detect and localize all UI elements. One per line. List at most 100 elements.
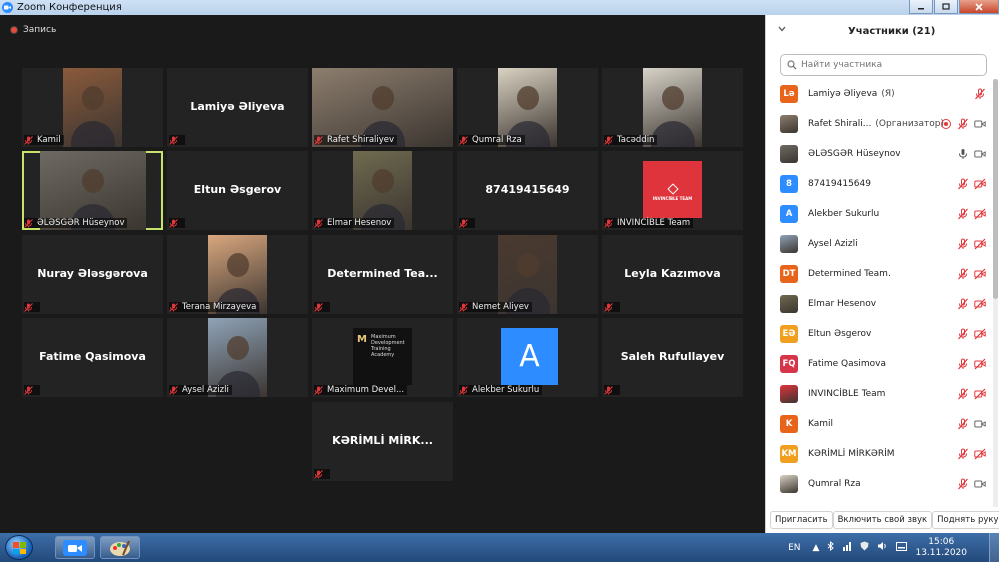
mic-muted-icon[interactable]: [957, 478, 969, 490]
video-on-icon[interactable]: [974, 478, 986, 490]
language-indicator[interactable]: EN: [788, 543, 800, 553]
video-tile[interactable]: A Alekber Sukurlu: [457, 318, 598, 397]
participant-row[interactable]: FQ Fatime Qasimova: [766, 349, 992, 379]
mic-muted-icon[interactable]: [957, 118, 969, 130]
tile-caption: Elmar Hesenov: [314, 218, 395, 228]
video-off-icon[interactable]: [974, 358, 986, 370]
participant-search[interactable]: [780, 54, 987, 76]
video-tile[interactable]: Tacəddin: [602, 68, 743, 147]
participant-row[interactable]: ƏLƏSGƏR Hüseynov: [766, 139, 992, 169]
close-button[interactable]: [959, 0, 999, 14]
tile-name: Tacəddin: [617, 135, 655, 145]
mic-muted-icon[interactable]: [957, 448, 969, 460]
video-tile[interactable]: Aysel Azizli: [167, 318, 308, 397]
participant-row[interactable]: EƏ Eltun Əsgerov: [766, 319, 992, 349]
mic-muted-icon[interactable]: [957, 238, 969, 250]
tile-caption: [604, 302, 620, 312]
participant-row[interactable]: K Kamil: [766, 409, 992, 439]
mic-muted-icon[interactable]: [957, 418, 969, 430]
mic-muted-icon[interactable]: [957, 388, 969, 400]
mic-on-icon[interactable]: [957, 148, 969, 160]
invite-button[interactable]: Пригласить: [770, 511, 833, 529]
video-on-icon[interactable]: [974, 148, 986, 160]
tile-caption: ƏLƏSGƏR Hüseynov: [24, 218, 128, 228]
video-tile[interactable]: Kamil: [22, 68, 163, 147]
mic-muted-icon: [459, 218, 468, 228]
show-desktop-button[interactable]: [989, 533, 999, 562]
video-off-icon[interactable]: [974, 328, 986, 340]
video-tile[interactable]: Lamiyə Əliyeva: [167, 68, 308, 147]
video-tile[interactable]: Nuray Ələsgərova: [22, 235, 163, 314]
video-tile[interactable]: Elmar Hesenov: [312, 151, 453, 230]
video-off-icon[interactable]: [974, 388, 986, 400]
participant-row[interactable]: A Alekber Sukurlu: [766, 199, 992, 229]
tile-name: Alekber Sukurlu: [472, 385, 540, 395]
bluetooth-icon[interactable]: [827, 540, 835, 554]
participant-row[interactable]: 8 87419415649: [766, 169, 992, 199]
participant-row[interactable]: INVINCİBLE Team: [766, 379, 992, 409]
video-tile[interactable]: Leyla Kazımova: [602, 235, 743, 314]
participant-row[interactable]: DT Determined Team.: [766, 259, 992, 289]
participant-row[interactable]: Lə Lamiyə Əliyeva (Я): [766, 79, 992, 109]
video-off-icon[interactable]: [974, 208, 986, 220]
mic-muted-icon: [24, 302, 33, 312]
mic-muted-icon[interactable]: [957, 208, 969, 220]
participant-row[interactable]: Rafet Shirali... (Организатор): [766, 109, 992, 139]
video-tile[interactable]: Nemet Aliyev: [457, 235, 598, 314]
video-tile[interactable]: Saleh Rufullayev: [602, 318, 743, 397]
video-tile[interactable]: INVINCİBLE TEAM INVINCİBLE Team: [602, 151, 743, 230]
video-tile[interactable]: ƏLƏSGƏR Hüseynov: [22, 151, 163, 230]
keyboard-icon[interactable]: [896, 541, 908, 554]
video-off-icon[interactable]: [974, 448, 986, 460]
video-tile[interactable]: M Maximum Development Training Academy Max…: [312, 318, 453, 397]
participant-row[interactable]: Elmar Hesenov: [766, 289, 992, 319]
participant-avatar: [780, 475, 798, 493]
video-on-icon[interactable]: [974, 418, 986, 430]
volume-icon[interactable]: [877, 541, 888, 554]
video-tile[interactable]: Fatime Qasimova: [22, 318, 163, 397]
maximize-button[interactable]: [934, 0, 958, 14]
mic-muted-icon[interactable]: [957, 298, 969, 310]
taskbar-zoom-button[interactable]: [55, 536, 95, 559]
video-off-icon[interactable]: [974, 298, 986, 310]
video-off-icon[interactable]: [974, 238, 986, 250]
person-silhouette: [226, 336, 249, 360]
video-tile[interactable]: Qumral Rza: [457, 68, 598, 147]
participant-row[interactable]: Qumral Rza: [766, 469, 992, 499]
raise-hand-button[interactable]: Поднять руку: [932, 511, 999, 529]
mic-muted-icon[interactable]: [957, 358, 969, 370]
video-off-icon[interactable]: [974, 268, 986, 280]
unmute-self-button[interactable]: Включить свой звук: [832, 511, 933, 529]
video-tile[interactable]: 87419415649: [457, 151, 598, 230]
network-icon[interactable]: [842, 541, 852, 554]
recording-indicator[interactable]: Запись: [10, 25, 56, 35]
participant-row[interactable]: KM KƏRİMLİ MİRKƏRİM: [766, 439, 992, 469]
video-tile[interactable]: Determined Tea...: [312, 235, 453, 314]
participant-avatar: Lə: [780, 85, 798, 103]
video-tile[interactable]: Eltun Əsgerov: [167, 151, 308, 230]
mic-muted-icon[interactable]: [957, 328, 969, 340]
shield-icon[interactable]: [860, 541, 869, 554]
mic-muted-icon[interactable]: [974, 88, 986, 100]
chevron-down-icon[interactable]: [778, 25, 786, 35]
participants-scrollbar[interactable]: [993, 79, 998, 507]
participant-row[interactable]: Aysel Azizli: [766, 229, 992, 259]
minimize-button[interactable]: [909, 0, 933, 14]
tray-expand-icon[interactable]: ▲: [813, 543, 820, 553]
taskbar-paint-button[interactable]: [100, 536, 140, 559]
video-tile[interactable]: KƏRİMLİ MİRK...: [312, 402, 453, 481]
participant-avatar: A: [780, 205, 798, 223]
mic-muted-icon[interactable]: [957, 178, 969, 190]
video-off-icon[interactable]: [974, 178, 986, 190]
video-tile[interactable]: Rafet Shiraliyev: [312, 68, 453, 147]
video-tile[interactable]: Terana Mirzayeva: [167, 235, 308, 314]
start-button[interactable]: [5, 535, 33, 560]
participant-search-input[interactable]: [801, 60, 981, 70]
maximum-logo-text: Maximum Development Training Academy: [371, 334, 405, 358]
mic-muted-icon[interactable]: [957, 268, 969, 280]
scrollbar-thumb[interactable]: [993, 79, 998, 299]
system-tray: EN ▲ 15:06 13.11.2020: [788, 533, 999, 562]
system-clock[interactable]: 15:06 13.11.2020: [915, 537, 967, 559]
video-on-icon[interactable]: [974, 118, 986, 130]
tile-name: Qumral Rza: [472, 135, 522, 145]
